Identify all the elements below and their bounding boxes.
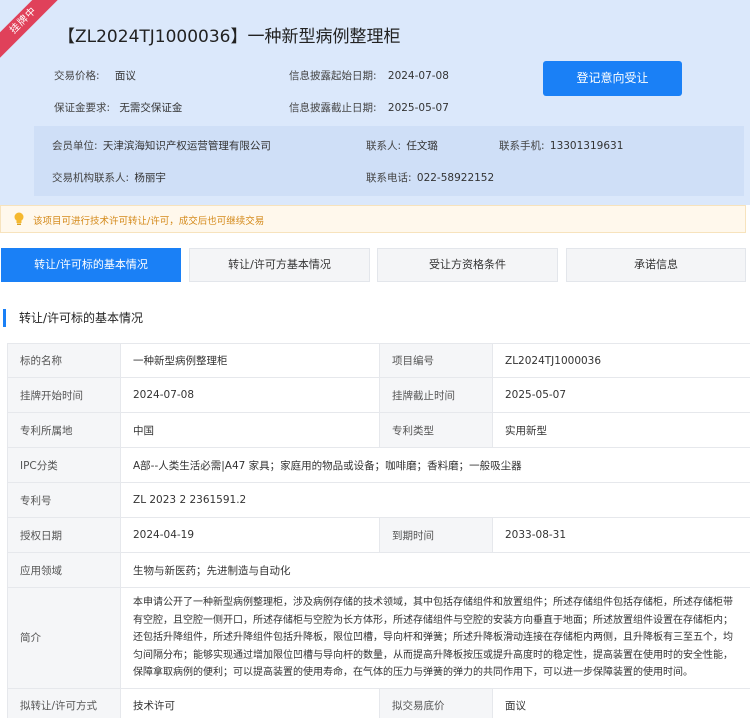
member-unit-row: 会员单位: 天津滨海知识产权运营管理有限公司 bbox=[52, 138, 271, 153]
page-title: 【ZL2024TJ1000036】一种新型病例整理柜 bbox=[58, 27, 401, 47]
listing-start-value: 2024-07-08 bbox=[120, 377, 380, 413]
phone-value: 022-58922152 bbox=[416, 172, 495, 184]
expire-date-value: 2033-08-31 bbox=[492, 517, 750, 553]
member-unit-label: 会员单位: bbox=[52, 140, 98, 152]
table-row: 简介 本申请公开了一种新型病例整理柜，涉及病例存储的技术领域，其中包括存储组件和… bbox=[7, 587, 750, 689]
price-row: 交易价格: 面议 bbox=[54, 68, 136, 83]
disclosure-end-label: 信息披露截止日期: bbox=[289, 102, 377, 114]
price-value: 面议 bbox=[114, 70, 136, 82]
disclosure-end-value: 2025-05-07 bbox=[387, 102, 449, 114]
ipc-label: IPC分类 bbox=[7, 447, 121, 483]
listing-end-label: 挂牌截止时间 bbox=[379, 377, 493, 413]
grant-date-value: 2024-04-19 bbox=[120, 517, 380, 553]
notice-bar: 该项目可进行技术许可转让/许可，成交后也可继续交易 bbox=[0, 205, 746, 233]
table-row: IPC分类 A部--人类生活必需|A47 家具；家庭用的物品或设备；咖啡磨；香料… bbox=[7, 447, 750, 483]
expire-date-label: 到期时间 bbox=[379, 517, 493, 553]
subject-info-table: 标的名称 一种新型病例整理柜 项目编号 ZL2024TJ1000036 挂牌开始… bbox=[7, 343, 750, 718]
ipc-value: A部--人类生活必需|A47 家具；家庭用的物品或设备；咖啡磨；香料磨；一般吸尘… bbox=[120, 447, 750, 483]
listing-end-value: 2025-05-07 bbox=[492, 377, 750, 413]
tab-subject-basic[interactable]: 转让/许可标的基本情况 bbox=[1, 248, 181, 282]
deposit-row: 保证金要求: 无需交保证金 bbox=[54, 100, 182, 115]
abstract-label: 简介 bbox=[7, 587, 121, 689]
project-header: 挂牌中 【ZL2024TJ1000036】一种新型病例整理柜 交易价格: 面议 … bbox=[0, 0, 750, 205]
member-info-box: 会员单位: 天津滨海知识产权运营管理有限公司 联系人: 任文璐 联系手机: 13… bbox=[34, 126, 744, 196]
transfer-method-value: 技术许可 bbox=[120, 687, 380, 718]
reserve-price-label: 拟交易底价 bbox=[379, 687, 493, 718]
table-row: 应用领域 生物与新医药；先进制造与自动化 bbox=[7, 552, 750, 588]
mobile-row: 联系手机: 13301319631 bbox=[499, 138, 623, 153]
agency-contact-value: 杨丽宇 bbox=[134, 172, 166, 184]
agency-contact-row: 交易机构联系人: 杨丽宇 bbox=[52, 170, 166, 185]
listing-start-label: 挂牌开始时间 bbox=[7, 377, 121, 413]
disclosure-start-label: 信息披露起始日期: bbox=[289, 70, 377, 82]
tab-commitment[interactable]: 承诺信息 bbox=[566, 248, 746, 282]
price-label: 交易价格: bbox=[54, 70, 100, 82]
disclosure-start-value: 2024-07-08 bbox=[387, 70, 449, 82]
patent-no-label: 专利号 bbox=[7, 482, 121, 518]
abstract-value: 本申请公开了一种新型病例整理柜，涉及病例存储的技术领域，其中包括存储组件和放置组… bbox=[120, 587, 750, 689]
application-field-value: 生物与新医药；先进制造与自动化 bbox=[120, 552, 750, 588]
mobile-value: 13301319631 bbox=[549, 140, 624, 152]
phone-row: 联系电话: 022-58922152 bbox=[366, 170, 494, 185]
patent-region-label: 专利所属地 bbox=[7, 412, 121, 448]
project-no-value: ZL2024TJ1000036 bbox=[492, 343, 750, 378]
table-row: 标的名称 一种新型病例整理柜 项目编号 ZL2024TJ1000036 bbox=[7, 343, 750, 378]
transfer-method-label: 拟转让/许可方式 bbox=[7, 687, 121, 718]
member-unit-value: 天津滨海知识产权运营管理有限公司 bbox=[102, 140, 271, 152]
tab-transferor-basic[interactable]: 转让/许可方基本情况 bbox=[189, 248, 370, 282]
patent-no-value: ZL 2023 2 2361591.2 bbox=[120, 482, 750, 518]
table-row: 专利号 ZL 2023 2 2361591.2 bbox=[7, 482, 750, 518]
status-ribbon-label: 挂牌中 bbox=[0, 0, 66, 63]
patent-region-value: 中国 bbox=[120, 412, 380, 448]
detail-tabs: 转让/许可标的基本情况 转让/许可方基本情况 受让方资格条件 承诺信息 bbox=[0, 248, 750, 282]
grant-date-label: 授权日期 bbox=[7, 517, 121, 553]
contact-value: 任文璐 bbox=[406, 140, 438, 152]
mobile-label: 联系手机: bbox=[499, 140, 545, 152]
register-intent-button[interactable]: 登记意向受让 bbox=[543, 61, 682, 96]
project-no-label: 项目编号 bbox=[379, 343, 493, 378]
deposit-label: 保证金要求: bbox=[54, 102, 111, 114]
patent-type-label: 专利类型 bbox=[379, 412, 493, 448]
phone-label: 联系电话: bbox=[366, 172, 412, 184]
lightbulb-icon bbox=[14, 212, 24, 225]
reserve-price-value: 面议 bbox=[492, 687, 750, 718]
patent-type-value: 实用新型 bbox=[492, 412, 750, 448]
table-row: 挂牌开始时间 2024-07-08 挂牌截止时间 2025-05-07 bbox=[7, 377, 750, 413]
table-row: 授权日期 2024-04-19 到期时间 2033-08-31 bbox=[7, 517, 750, 553]
subject-name-value: 一种新型病例整理柜 bbox=[120, 343, 380, 378]
section-title: 转让/许可标的基本情况 bbox=[3, 309, 143, 327]
contact-row: 联系人: 任文璐 bbox=[366, 138, 438, 153]
contact-label: 联系人: bbox=[366, 140, 402, 152]
deposit-value: 无需交保证金 bbox=[119, 102, 183, 114]
notice-text: 该项目可进行技术许可转让/许可，成交后也可继续交易 bbox=[33, 216, 265, 227]
application-field-label: 应用领域 bbox=[7, 552, 121, 588]
table-row: 拟转让/许可方式 技术许可 拟交易底价 面议 bbox=[7, 687, 750, 718]
disclosure-end-row: 信息披露截止日期: 2025-05-07 bbox=[289, 100, 449, 115]
subject-name-label: 标的名称 bbox=[7, 343, 121, 378]
tab-transferee-qualification[interactable]: 受让方资格条件 bbox=[377, 248, 558, 282]
agency-contact-label: 交易机构联系人: bbox=[52, 172, 130, 184]
disclosure-start-row: 信息披露起始日期: 2024-07-08 bbox=[289, 68, 449, 83]
table-row: 专利所属地 中国 专利类型 实用新型 bbox=[7, 412, 750, 448]
